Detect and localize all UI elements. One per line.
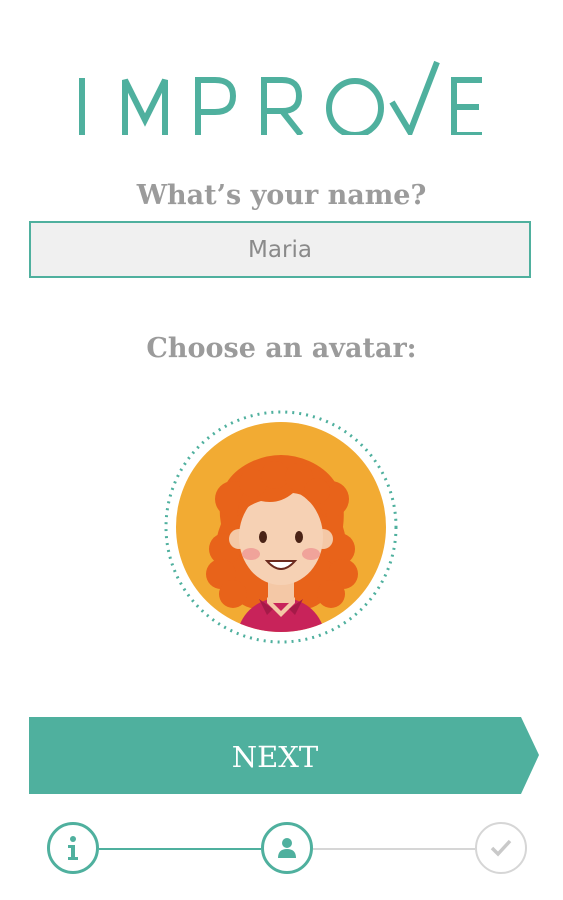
step-info[interactable] xyxy=(47,822,99,874)
progress-line-pending xyxy=(313,848,475,850)
name-input[interactable] xyxy=(31,235,529,264)
info-icon xyxy=(68,836,78,860)
name-field[interactable] xyxy=(29,221,531,278)
user-icon xyxy=(278,838,296,858)
step-profile[interactable] xyxy=(261,822,313,874)
improve-logo xyxy=(78,60,482,135)
progress-stepper xyxy=(0,815,563,880)
app-logo xyxy=(0,60,563,135)
next-button-label: NEXT xyxy=(231,740,319,774)
avatar-question-label: Choose an avatar: xyxy=(146,333,417,364)
step-finish[interactable] xyxy=(475,822,527,874)
next-button[interactable]: NEXT xyxy=(29,717,539,794)
redhead-girl-avatar xyxy=(164,410,398,644)
check-icon xyxy=(490,839,512,857)
name-question-label: What’s your name? xyxy=(136,180,427,211)
avatar-option[interactable] xyxy=(163,409,399,645)
progress-line-completed xyxy=(99,848,261,850)
